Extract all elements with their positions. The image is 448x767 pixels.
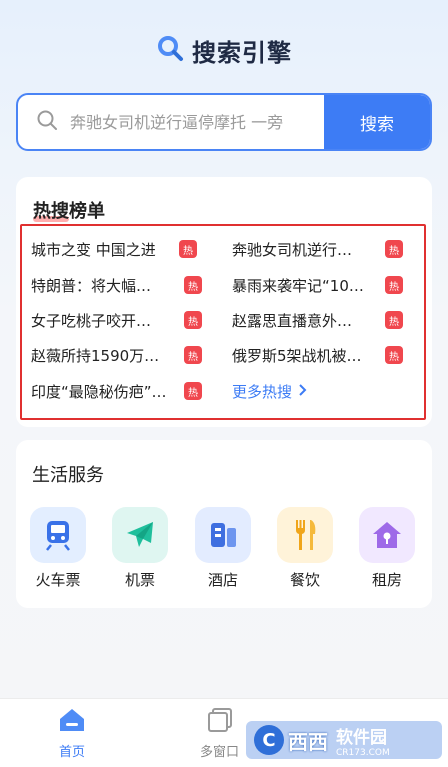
service-label: 机票 bbox=[124, 571, 155, 589]
hot-item[interactable]: 印度“最隐秘伤疤”… bbox=[31, 374, 181, 408]
train-icon bbox=[30, 507, 86, 563]
more-hot-link[interactable]: 更多热搜 bbox=[232, 381, 307, 402]
house-icon bbox=[359, 507, 415, 563]
more-hot-label: 更多热搜 bbox=[232, 383, 293, 401]
service-hotel[interactable]: 酒店 bbox=[188, 507, 258, 590]
service-label: 餐饮 bbox=[289, 571, 320, 589]
hot-search-card: 热搜榜单 城市之变 中国之进 热 奔驰女司机逆行… 热 特朗普：将大幅… 热 暴… bbox=[16, 177, 432, 427]
hot-item-text: 俄罗斯5架战机被… bbox=[232, 346, 362, 365]
hot-badge: 热 bbox=[184, 276, 202, 294]
hot-item[interactable]: 赵露思直播意外… bbox=[232, 303, 377, 337]
hot-item-text: 赵薇所持1590万… bbox=[31, 346, 160, 365]
search-input-icon bbox=[36, 109, 58, 135]
bottom-tab-bar: 首页 多窗口 C 西西 软件园 CR173.COM bbox=[0, 698, 448, 767]
watermark-site-name: 软件园 bbox=[336, 727, 387, 748]
hot-item[interactable]: 俄罗斯5架战机被… bbox=[232, 338, 377, 372]
watermark-text: 西西 bbox=[288, 729, 328, 754]
watermark-site: 软件园 CR173.COM bbox=[336, 723, 390, 758]
service-train[interactable]: 火车票 bbox=[23, 507, 93, 590]
service-rental[interactable]: 租房 bbox=[352, 507, 422, 590]
hot-item[interactable]: 特朗普：将大幅… bbox=[31, 268, 181, 302]
tab-windows[interactable]: 多窗口 bbox=[200, 707, 239, 760]
service-flight[interactable]: 机票 bbox=[105, 507, 175, 590]
hot-item-text: 城市之变 中国之进 bbox=[31, 240, 156, 259]
page-title: 搜索引擎 bbox=[192, 38, 292, 67]
hot-item[interactable]: 奔驰女司机逆行… bbox=[232, 232, 372, 266]
search-input[interactable] bbox=[68, 111, 312, 133]
dining-icon bbox=[277, 507, 333, 563]
hot-item[interactable]: 赵薇所持1590万… bbox=[31, 338, 181, 372]
service-label: 火车票 bbox=[35, 571, 81, 589]
watermark-logo: C bbox=[254, 725, 284, 755]
service-label: 酒店 bbox=[207, 571, 238, 589]
hot-badge: 热 bbox=[184, 311, 202, 329]
chevron-right-icon bbox=[298, 383, 307, 401]
service-label: 租房 bbox=[371, 571, 402, 589]
hot-item[interactable]: 城市之变 中国之进 bbox=[31, 232, 176, 266]
hot-badge: 热 bbox=[179, 240, 197, 258]
tab-label: 首页 bbox=[58, 745, 85, 760]
hot-search-title: 热搜榜单 bbox=[33, 201, 105, 222]
hot-item-text: 女子吃桃子咬开… bbox=[31, 311, 152, 330]
hot-badge: 热 bbox=[184, 382, 202, 400]
life-services-card: 生活服务 火车票 机票 酒店 餐饮 租房 bbox=[16, 440, 432, 608]
watermark-url: CR173.COM bbox=[336, 747, 390, 758]
service-dining[interactable]: 餐饮 bbox=[270, 507, 340, 590]
watermark: C 西西 软件园 CR173.COM bbox=[246, 721, 442, 759]
search-icon bbox=[156, 34, 184, 66]
hot-badge: 热 bbox=[385, 346, 403, 364]
hot-item[interactable]: 女子吃桃子咬开… bbox=[31, 303, 181, 337]
hot-badge: 热 bbox=[385, 276, 403, 294]
tab-label: 多窗口 bbox=[200, 745, 240, 760]
hot-search-title-wrap: 热搜榜单 bbox=[33, 197, 105, 223]
tab-home[interactable]: 首页 bbox=[58, 707, 86, 760]
hot-item-text: 印度“最隐秘伤疤”… bbox=[31, 382, 167, 401]
app-header: 搜索引擎 bbox=[0, 30, 448, 70]
windows-icon bbox=[206, 707, 234, 737]
hot-item-text: 暴雨来袭牢记“10… bbox=[232, 276, 364, 295]
hot-item[interactable]: 暴雨来袭牢记“10… bbox=[232, 268, 377, 302]
hot-badge: 热 bbox=[184, 346, 202, 364]
hot-item-text: 奔驰女司机逆行… bbox=[232, 240, 353, 259]
search-button[interactable]: 搜索 bbox=[324, 95, 430, 149]
hot-badge: 热 bbox=[385, 311, 403, 329]
hot-item-text: 特朗普：将大幅… bbox=[31, 276, 152, 295]
home-icon bbox=[58, 707, 86, 737]
search-field[interactable] bbox=[18, 95, 324, 149]
search-bar: 搜索 bbox=[16, 93, 432, 151]
hotel-icon bbox=[195, 507, 251, 563]
airplane-icon bbox=[112, 507, 168, 563]
life-services-title: 生活服务 bbox=[32, 465, 104, 486]
hot-item-text: 赵露思直播意外… bbox=[232, 311, 353, 330]
hot-badge: 热 bbox=[385, 240, 403, 258]
